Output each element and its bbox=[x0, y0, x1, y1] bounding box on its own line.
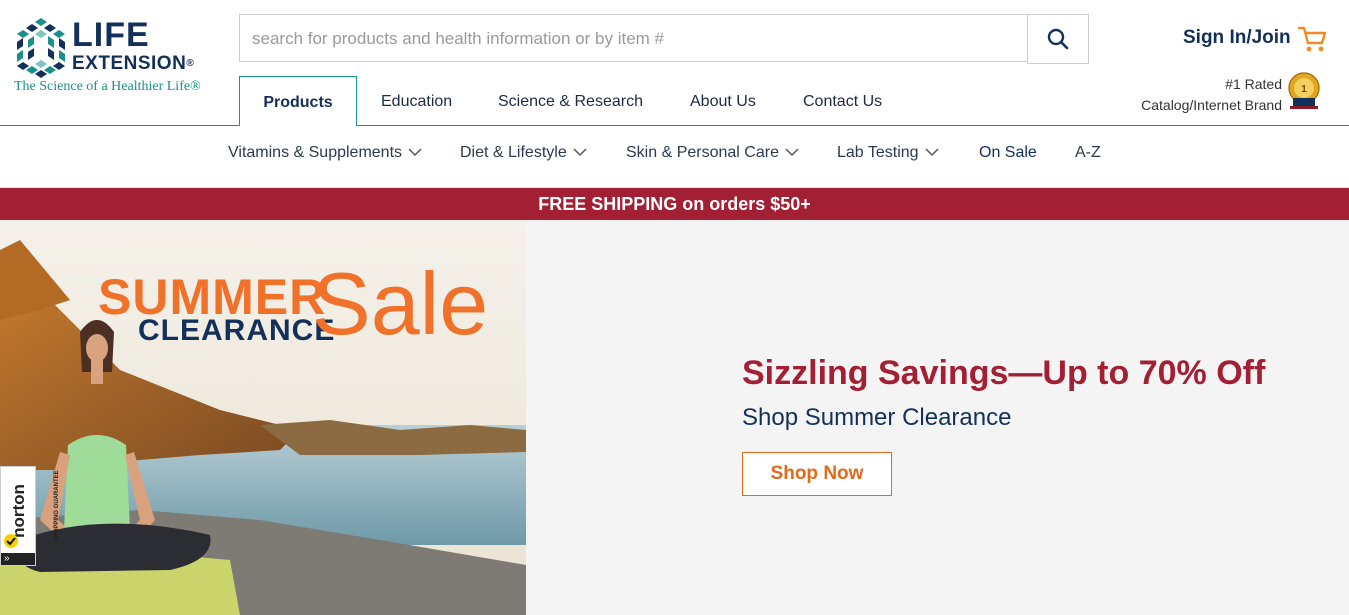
subnav-diet-lifestyle[interactable]: Diet & Lifestyle bbox=[460, 144, 587, 162]
subnav-a-z[interactable]: A-Z bbox=[1075, 144, 1101, 162]
shop-now-button[interactable]: Shop Now bbox=[742, 452, 892, 496]
search-input[interactable]: search for products and health informati… bbox=[239, 14, 1027, 62]
subnav-label: Lab Testing bbox=[837, 144, 919, 161]
subnav-label: Vitamins & Supplements bbox=[228, 144, 403, 161]
hero-image[interactable]: SUMMER CLEARANCE Sale bbox=[0, 220, 526, 615]
free-shipping-banner[interactable]: FREE SHIPPING on orders $50+ bbox=[0, 188, 1349, 220]
logo-name-line2: EXTENSION® bbox=[72, 54, 194, 74]
svg-text:1: 1 bbox=[1301, 84, 1307, 95]
checkmark-icon bbox=[4, 534, 18, 548]
subnav-lab-testing[interactable]: Lab Testing bbox=[837, 144, 939, 162]
norton-arrow: » bbox=[1, 553, 35, 565]
logo-name-line1: LIFE bbox=[72, 16, 150, 54]
search-button[interactable] bbox=[1027, 14, 1089, 64]
search-icon bbox=[1047, 28, 1069, 50]
tab-about-us[interactable]: About Us bbox=[690, 76, 756, 126]
hero-sale-text: Sale bbox=[312, 254, 489, 353]
award-badge-icon: 1 bbox=[1288, 72, 1320, 109]
subnav-label: Skin & Personal Care bbox=[626, 144, 779, 161]
chevron-down-icon bbox=[573, 148, 587, 157]
subnav-label: Diet & Lifestyle bbox=[460, 144, 567, 161]
hero-headline: Sizzling Savings—Up to 70% Off bbox=[742, 354, 1266, 392]
subnav-skin-personal-care[interactable]: Skin & Personal Care bbox=[626, 144, 799, 162]
tabs-underline bbox=[0, 125, 1349, 126]
tab-contact-us[interactable]: Contact Us bbox=[803, 76, 882, 126]
hero-subhead: Shop Summer Clearance bbox=[742, 404, 1012, 431]
rating-line2: Catalog/Internet Brand bbox=[1141, 97, 1282, 113]
norton-sub: SHOPPING GUARANTEE bbox=[54, 470, 60, 542]
tab-education[interactable]: Education bbox=[381, 76, 452, 126]
norton-badge[interactable]: norton SHOPPING GUARANTEE » bbox=[0, 466, 60, 566]
subnav-vitamins-supplements[interactable]: Vitamins & Supplements bbox=[228, 144, 422, 162]
logo-mark-icon bbox=[17, 18, 65, 78]
chevron-down-icon bbox=[408, 148, 422, 157]
cart-icon[interactable] bbox=[1297, 24, 1327, 54]
tab-products[interactable]: Products bbox=[239, 76, 357, 127]
subnav-on-sale[interactable]: On Sale bbox=[979, 144, 1037, 162]
registered-mark: ® bbox=[186, 58, 195, 69]
logo-tagline: The Science of a Healthier Life® bbox=[14, 79, 201, 94]
logo-name-text: EXTENSION bbox=[72, 53, 187, 74]
hero-clearance-text: CLEARANCE bbox=[138, 314, 336, 347]
rating-line1: #1 Rated bbox=[1225, 76, 1282, 92]
rating-text: #1 Rated Catalog/Internet Brand bbox=[1141, 74, 1282, 116]
chevron-down-icon bbox=[925, 148, 939, 157]
chevron-down-icon bbox=[785, 148, 799, 157]
tab-science-research[interactable]: Science & Research bbox=[498, 76, 643, 126]
site-logo[interactable]: LIFE EXTENSION® The Science of a Healthi… bbox=[14, 16, 224, 100]
sign-in-link[interactable]: Sign In/Join bbox=[1183, 27, 1291, 49]
